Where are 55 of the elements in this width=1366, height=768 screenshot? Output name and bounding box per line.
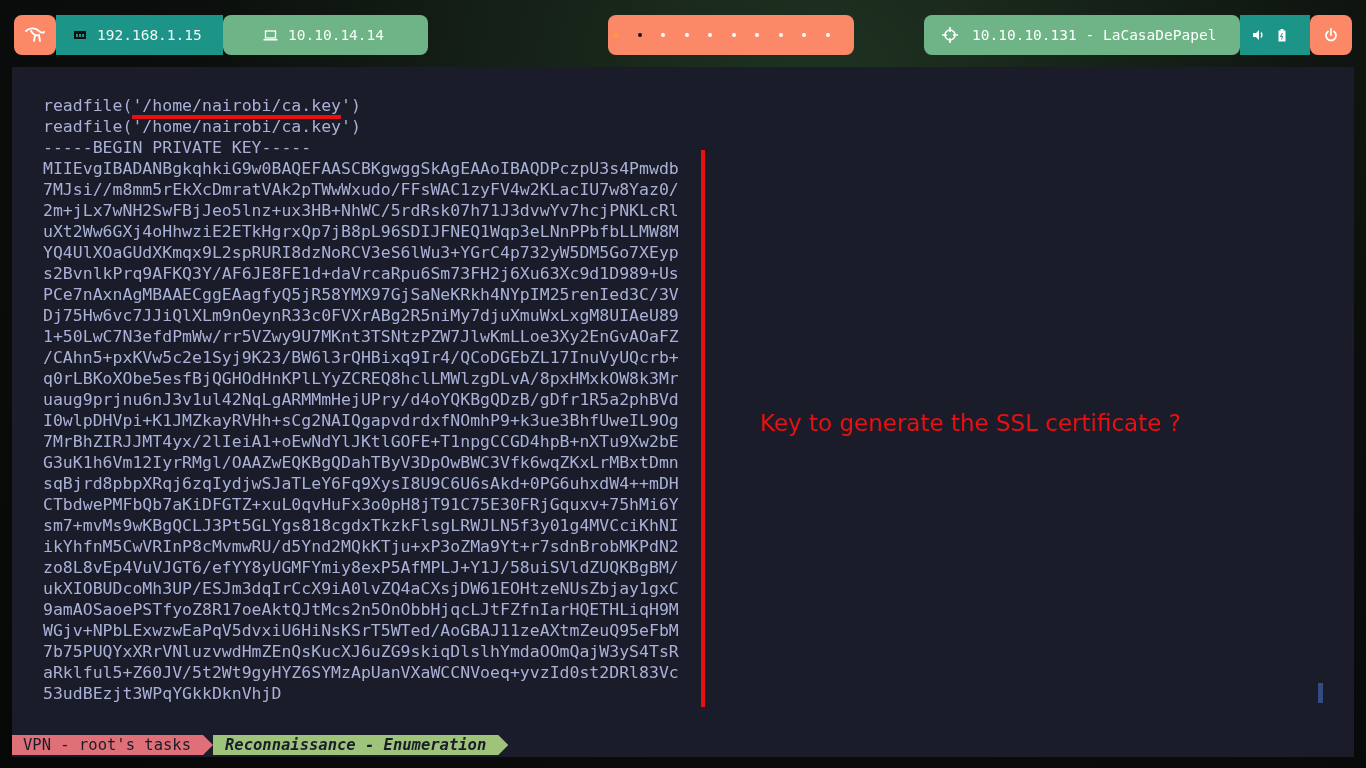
- workspace-dot[interactable]: [802, 33, 807, 37]
- terminal-cursor: [1318, 683, 1323, 703]
- terminal-line: ukXIOBUDcoMh3UP/ESJm3dqIrCcX9iA0lvZQ4aCXsjDW61EOHtzeNUsZbjay1gxC: [43, 578, 679, 599]
- terminal-line: 7MrBhZIRJJMT4yx/2lIeiA1+oEwNdYlJKtlGOFE+T1npgCCGD4hpB+nXTu9Xw2bE: [43, 431, 679, 452]
- battery-icon: [1278, 28, 1286, 42]
- terminal-line: CTbdwePMFbQb7aKiDFGTZ+xuL0qvHuFx3o0pH8jT91C75E30FRjGquxv+75hMi6Y: [43, 494, 679, 515]
- terminal-line: WGjv+NPbLExwzwEaPqV5dvxiU6HiNsKSrT5WTed/AoGBAJ11zeAXtmZeuQ95eFbM: [43, 620, 679, 641]
- terminal-line: 2m+jLx7wNH2SwFBjJeo5lnz+ux3HB+NhWC/5rdRsk07h71J3dvwYv7hcjPNKLcRl: [43, 200, 679, 221]
- network-icon: [73, 29, 87, 41]
- terminal-line: -----BEGIN PRIVATE KEY-----: [43, 137, 312, 158]
- terminal-line: 9amAOSaoePSTfyoZ8R17oeAktQJtMcs2n5OnObbHjqcLJtFZfnIarHQETHLiqH9M: [43, 599, 679, 620]
- workspace-dot[interactable]: [778, 33, 783, 37]
- terminal-line: uXt2Ww6GXj4oHhwziE2ETkHgrxQp7jB8pL96SDIJFNEQ1Wqp3eLNnPPbfbLLMW8M: [43, 221, 679, 242]
- terminal-line: 1+50LwC7N3efdPmWw/rr5VZwy9U7MKnt3TSNtzPZW7JlwKmLLoe3Xy2EnGvAOaFZ: [43, 326, 679, 347]
- workspace-dot[interactable]: [708, 33, 713, 37]
- laptop-icon: [263, 29, 278, 41]
- menu-button[interactable]: [14, 15, 56, 55]
- terminal-line: MIIEvgIBADANBgkqhkiG9w0BAQEFAASCBKgwggSkAgEAAoIBAQDPczpU3s4Pmwdb: [43, 158, 679, 179]
- terminal-line: PCe7nAxnAgMBAAECggEAagfyQ5jR58YMX97GjSaNeKRkh4NYpIM25renIed3C/3V: [43, 284, 679, 305]
- terminal-line: sm7+mvMs9wKBgQCLJ3Pt5GLYgs818cgdxTkzkFlsgLRWJLN5f3y01g4MVCciKhNI: [43, 515, 679, 536]
- vpn-ip-text: 10.10.14.14: [288, 27, 385, 43]
- terminal-line: readfile('/home/nairobi/ca.key'): [43, 95, 361, 116]
- terminal-line: ikYhfnM5CwVRInP8cMvmwRU/d5Ynd2MQkKTju+xP3oZMa9Yt+r7sdnBrobMKPdN2: [43, 536, 679, 557]
- terminal-line: YQ4UlXOaGUdXKmqx9L2spRURI8dzNoRCV3eS6lWu3+YGrC4p732yW5DM5Go7XEyp: [43, 242, 679, 263]
- terminal-line: zo8L8vEp4VuVJGT6/efYY8yUGMFYmiy8exP5AfMPLJ+Y1J/58uiSVldZUQKBgBM/: [43, 557, 679, 578]
- crosshair-icon: [942, 27, 958, 43]
- terminal-line: 7b75PUQYxXRrVNluzvwdHmZEnQsKucXJ6uZG9skiqDlslhYmdaOOmQajW3yS4TsR: [43, 641, 679, 662]
- terminal-line: Dj75Hw6vc7JJiQlXLm9nOeynR33c0FVXrABg2R5niMy7djuXmuWxLxgM8UIAeU89: [43, 305, 679, 326]
- workspace-dot[interactable]: [731, 33, 736, 37]
- workspace-dot[interactable]: [755, 33, 760, 37]
- terminal-line: q0rLBKoXObe5esfBjQGHOdHnKPlLYyZCREQ8hclLMWlzgDLvA/8pxHMxkOW8k3Mr: [43, 368, 679, 389]
- terminal-line: 7MJsi//m8mm5rEkXcDmratVAk2pTWwWxudo/FFsWAC1zyFV4w2KLacIU7w8Yaz0/: [43, 179, 679, 200]
- power-button[interactable]: [1310, 15, 1352, 55]
- terminal-line: uaug9prjnu6nJ3v1ul42NqLgARMMmHejUPry/d4oYQKBgQDzB/gDfr1R5a2phBVd: [43, 389, 679, 410]
- tmux-window-tab[interactable]: Reconnaissance - Enumeration: [213, 735, 509, 755]
- target-text: 10.10.10.131 - LaCasaDePapel: [972, 27, 1217, 43]
- terminal-line: G3uK1h6Vm12IyrRMgl/OAAZwEQKBgQDahTByV3DpOwBWC3Vfk6wqZKxLrMBxtDmn: [43, 452, 679, 473]
- annotation-text: Key to generate the SSL certificate ?: [760, 410, 1181, 436]
- terminal-line: I0wlpDHVpi+K1JMZkayRVHh+sCg2NAIQgapvdrdxfNOmhP9+k3ue3BhfUweIL9Og: [43, 410, 679, 431]
- workspace-dot[interactable]: [614, 33, 618, 37]
- workspace-dot[interactable]: [684, 33, 689, 37]
- terminal-line: sqBjrd8pbpXRqj6zqIydjwSJaTLeY6Fq9XysI8U9C6U6sAkd+0PG6uhxdW4++mDH: [43, 473, 679, 494]
- workspace-dot[interactable]: [637, 33, 642, 37]
- power-icon: [1324, 28, 1338, 42]
- terminal-line: /CAhn5+pxKVw5c2e1Syj9K23/BW6l3rQHBixq9Ir4/QCoDGEbZL17InuVyUQcrb+: [43, 347, 679, 368]
- workspace-dot[interactable]: [825, 33, 830, 37]
- volume-icon[interactable]: [1252, 29, 1264, 41]
- terminal-line: aRklful5+Z60JV/5t2Wt9gyHYZ6SYMzApUanVXaWCCNVoeq+yvzId0st2DRl83Vc: [43, 662, 679, 683]
- terminal-line: 53udBEzjt3WPqYGkkDknVhjD: [43, 683, 282, 704]
- terminal-line: readfile('/home/nairobi/ca.key'): [43, 116, 361, 137]
- workspace-dot[interactable]: [661, 33, 666, 37]
- dragon-icon: [25, 27, 45, 43]
- terminal-line: s2BvnlkPrq9AFKQ3Y/AF6JE8FE1d+daVrcaRpu6Sm73FH2j6Xu63Xc9d1D989+Us: [43, 263, 679, 284]
- tmux-window-tab[interactable]: VPN - root's tasks: [12, 735, 213, 755]
- local-ip-text: 192.168.1.15: [97, 27, 202, 43]
